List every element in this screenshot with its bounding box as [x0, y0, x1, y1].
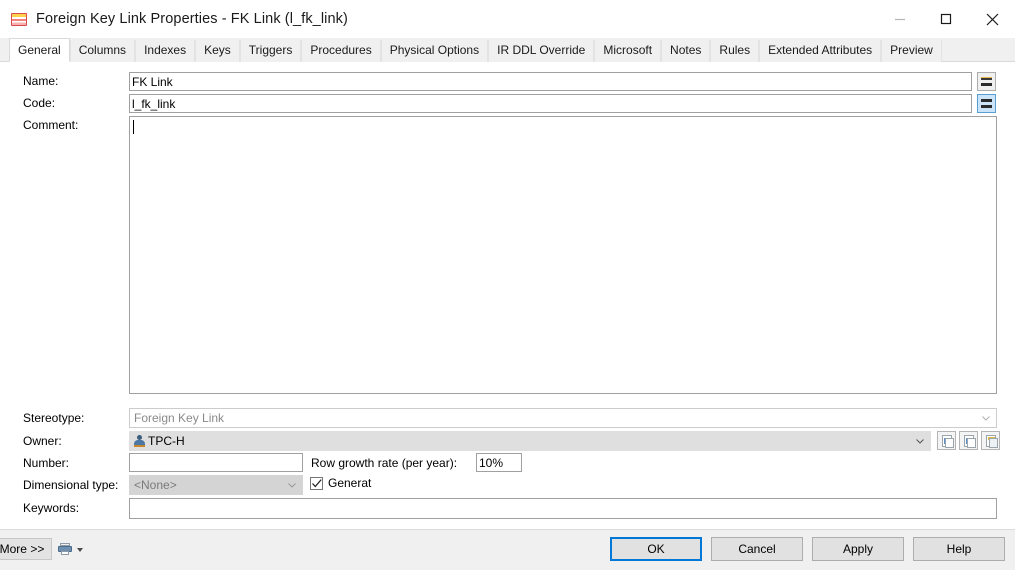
- create-object-button[interactable]: [937, 431, 956, 450]
- comment-label: Comment:: [23, 118, 79, 132]
- general-tab-panel: Name: Code: Comment: Stereotype: Foreign…: [0, 62, 1015, 530]
- number-row: Number:: [23, 456, 69, 470]
- comment-row: Comment:: [23, 118, 78, 132]
- tab-notes[interactable]: Notes: [661, 40, 711, 62]
- code-input[interactable]: [129, 94, 972, 113]
- dimensional-type-combobox[interactable]: <None>: [129, 475, 303, 495]
- checkmark-icon: [311, 478, 322, 487]
- tab-procedures[interactable]: Procedures: [301, 40, 381, 62]
- generate-checkbox-row[interactable]: Generat: [310, 476, 371, 490]
- row-growth-input[interactable]: [476, 453, 522, 472]
- title-bar: Foreign Key Link Properties - FK Link (l…: [0, 0, 1015, 38]
- equals-icon: [981, 77, 992, 86]
- document-settings-icon: [985, 434, 998, 448]
- chevron-down-icon: [916, 439, 924, 444]
- name-row: Name:: [23, 74, 58, 88]
- print-dropdown-arrow-icon[interactable]: [77, 548, 83, 552]
- keywords-input[interactable]: [129, 498, 997, 519]
- tab-general[interactable]: General: [9, 38, 70, 62]
- dialog-window: Foreign Key Link Properties - FK Link (l…: [0, 0, 1015, 570]
- generate-checkbox[interactable]: [310, 476, 323, 490]
- tab-triggers[interactable]: Triggers: [239, 40, 302, 62]
- owner-value: TPC-H: [148, 434, 185, 448]
- maximize-icon[interactable]: [923, 0, 969, 38]
- more-button[interactable]: More >>: [0, 538, 52, 560]
- name-label: Name:: [23, 74, 59, 88]
- apply-button[interactable]: Apply: [812, 537, 904, 561]
- name-input[interactable]: [129, 72, 972, 91]
- tab-rules[interactable]: Rules: [710, 40, 760, 62]
- generate-label: Generat: [328, 476, 372, 490]
- close-icon[interactable]: [969, 0, 1015, 38]
- code-row: Code:: [23, 96, 55, 110]
- chevron-down-icon: [982, 416, 990, 421]
- tab-preview[interactable]: Preview: [881, 40, 942, 62]
- table-icon: [11, 12, 27, 26]
- text-caret: [133, 120, 134, 134]
- tab-columns[interactable]: Columns: [69, 40, 136, 62]
- tab-extended-attributes[interactable]: Extended Attributes: [759, 40, 882, 62]
- stereotype-value: Foreign Key Link: [134, 411, 225, 425]
- help-button[interactable]: Help: [913, 537, 1005, 561]
- dimensional-type-row: Dimensional type:: [23, 478, 118, 492]
- code-label: Code:: [23, 96, 56, 110]
- stereotype-combobox[interactable]: Foreign Key Link: [129, 408, 997, 428]
- tab-bar: General Columns Indexes Keys Triggers Procedu…: [0, 38, 1015, 62]
- tab-microsoft[interactable]: Microsoft: [594, 40, 662, 62]
- tab-physical-options[interactable]: Physical Options: [380, 40, 489, 62]
- comment-textarea[interactable]: [129, 116, 997, 394]
- tab-keys[interactable]: Keys: [195, 40, 240, 62]
- printer-icon[interactable]: [58, 543, 72, 555]
- cancel-button[interactable]: Cancel: [711, 537, 803, 561]
- dimensional-type-value: <None>: [134, 478, 177, 492]
- window-title: Foreign Key Link Properties - FK Link (l…: [36, 11, 348, 27]
- owner-combobox[interactable]: TPC-H: [129, 431, 931, 451]
- document-properties-icon: [963, 434, 976, 448]
- owner-label: Owner:: [23, 434, 62, 448]
- new-document-icon: [941, 434, 954, 448]
- name-equals-button[interactable]: [977, 72, 996, 91]
- keywords-label: Keywords:: [23, 501, 80, 515]
- object-settings-button[interactable]: [981, 431, 1000, 450]
- tab-ir-ddl-override[interactable]: IR DDL Override: [488, 40, 595, 62]
- keywords-row: Keywords:: [23, 501, 79, 515]
- stereotype-row: Stereotype:: [23, 411, 84, 425]
- row-growth-row: Row growth rate (per year):: [311, 456, 457, 470]
- dialog-footer: More >> OK Cancel Apply Help: [0, 530, 1015, 570]
- object-properties-button[interactable]: [959, 431, 978, 450]
- equals-icon: [981, 99, 992, 108]
- minimize-icon[interactable]: [877, 0, 923, 38]
- dimensional-type-label: Dimensional type:: [23, 478, 119, 492]
- chevron-down-icon: [288, 483, 296, 488]
- window-controls: [877, 0, 1015, 38]
- tab-indexes[interactable]: Indexes: [135, 40, 196, 62]
- user-icon: [134, 435, 145, 447]
- ok-button[interactable]: OK: [610, 537, 702, 561]
- number-input[interactable]: [129, 453, 303, 472]
- stereotype-label: Stereotype:: [23, 411, 85, 425]
- owner-row: Owner:: [23, 434, 62, 448]
- code-equals-button[interactable]: [977, 94, 996, 113]
- row-growth-label: Row growth rate (per year):: [311, 456, 458, 470]
- number-label: Number:: [23, 456, 70, 470]
